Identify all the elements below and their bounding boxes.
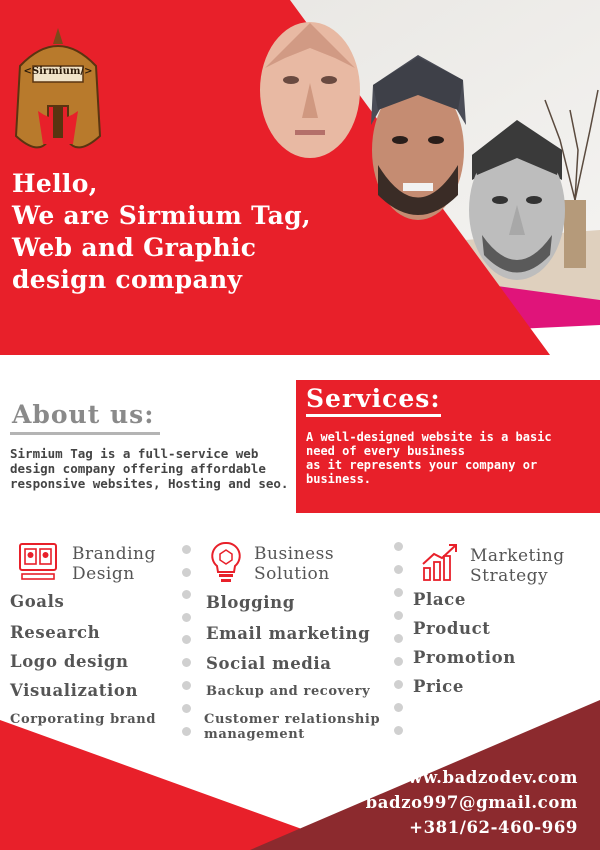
services-underline <box>306 414 441 417</box>
branding-design-icon <box>19 543 57 580</box>
bullet-dot <box>182 658 191 667</box>
services-text-line: business. <box>306 472 372 486</box>
list-item: Email marketing <box>206 624 371 643</box>
services-text-line: A well-designed website is a basic <box>306 430 552 444</box>
heading-line: Design <box>72 564 135 584</box>
business-solution-heading: Business Solution <box>254 544 334 584</box>
bullet-dot <box>182 545 191 554</box>
heading-line: Marketing <box>470 546 565 566</box>
list-item: Visualization <box>10 681 139 700</box>
list-item: Social media <box>206 654 332 673</box>
heading-line: Business <box>254 544 335 564</box>
list-item: Goals <box>10 592 65 611</box>
hero-headline: Hello, We are Sirmium Tag, Web and Graph… <box>12 168 352 296</box>
logo-text: <Sirmium/> <box>23 66 93 77</box>
team-member-1-portrait <box>260 22 360 158</box>
bullet-dot <box>394 726 403 735</box>
sirmium-helmet-logo <box>14 28 102 149</box>
bullet-dot <box>394 565 403 574</box>
list-item: Research <box>10 623 101 642</box>
bullet-dot <box>182 568 191 577</box>
list-item: Customer relationship management <box>204 712 381 742</box>
bullet-dot <box>394 611 403 620</box>
list-item: Corporating brand <box>10 712 157 727</box>
bullet-dot <box>394 634 403 643</box>
list-item: Product <box>413 619 491 638</box>
services-text-line: need of every business <box>306 444 465 458</box>
list-item: Backup and recovery <box>206 684 371 699</box>
list-item: Promotion <box>413 648 516 667</box>
bullet-dot <box>182 613 191 622</box>
list-item: Price <box>413 677 464 696</box>
branding-design-heading: Branding Design <box>72 544 156 584</box>
list-item: Blogging <box>206 593 295 612</box>
bullet-dot <box>182 590 191 599</box>
business-solution-icon <box>211 541 241 582</box>
heading-line: Branding <box>72 544 156 564</box>
bullet-dot <box>182 727 191 736</box>
list-item: Logo design <box>10 652 129 671</box>
about-underline <box>10 432 160 435</box>
team-member-3-portrait <box>469 120 565 280</box>
bullet-dot <box>394 657 403 666</box>
hero-line: Hello, <box>12 169 98 198</box>
contact-website[interactable]: www.badzodev.com <box>393 768 578 787</box>
marketing-strategy-heading: Marketing Strategy <box>470 546 565 586</box>
list-item: Place <box>413 590 466 609</box>
heading-line: Strategy <box>470 566 549 586</box>
hero-line: design company <box>12 265 243 294</box>
about-text: Sirmium Tag is a full-service web design… <box>10 446 289 491</box>
bullet-dot <box>394 542 403 551</box>
contact-email[interactable]: badzo997@gmail.com <box>366 793 578 812</box>
services-text: A well-designed website is a basic need … <box>306 430 596 486</box>
services-title: Services: <box>306 384 441 413</box>
bullet-dot <box>394 703 403 712</box>
bullet-dot <box>394 680 403 689</box>
bullet-dot <box>182 704 191 713</box>
team-member-2-portrait <box>371 55 466 220</box>
bullet-dot <box>182 635 191 644</box>
heading-line: Solution <box>254 564 330 584</box>
bullet-dot <box>182 681 191 690</box>
contact-phone[interactable]: +381/62-460-969 <box>409 818 578 837</box>
hero-line: Web and Graphic <box>12 233 257 262</box>
marketing-strategy-icon <box>422 544 457 581</box>
services-text-line: as it represents your company or <box>306 458 538 472</box>
about-title: About us: <box>12 400 155 429</box>
bullet-dot <box>394 588 403 597</box>
hero-line: We are Sirmium Tag, <box>12 201 311 230</box>
